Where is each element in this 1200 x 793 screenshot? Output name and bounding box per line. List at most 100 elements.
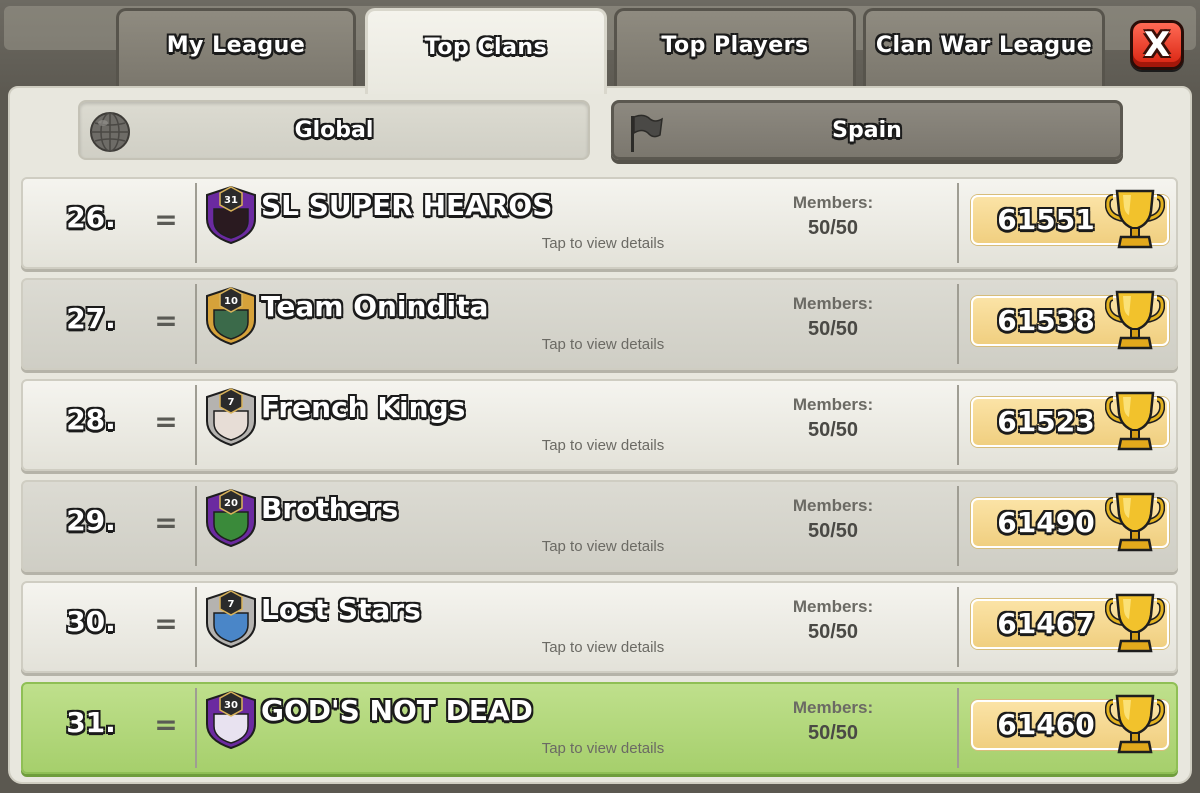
clan-name: Brothers bbox=[261, 492, 399, 525]
tap-hint: Tap to view details bbox=[541, 740, 665, 757]
trophy-box: 61551 bbox=[971, 189, 1169, 249]
row-divider bbox=[195, 183, 197, 263]
trophy-count: 61467 bbox=[997, 607, 1095, 640]
trophy-icon bbox=[1105, 593, 1165, 653]
global-filter-label: Global bbox=[294, 117, 374, 143]
close-button[interactable]: X bbox=[1130, 20, 1184, 70]
tap-hint: Tap to view details bbox=[541, 235, 665, 252]
row-divider bbox=[195, 688, 197, 768]
tap-hint: Tap to view details bbox=[541, 336, 665, 353]
clan-rank: 27. bbox=[66, 302, 116, 335]
rank-change-indicator: = bbox=[154, 203, 178, 236]
row-divider bbox=[957, 284, 959, 364]
trophy-icon bbox=[1105, 391, 1165, 451]
clan-name: Lost Stars bbox=[261, 593, 421, 626]
tab-top-clans[interactable]: Top Clans bbox=[365, 8, 607, 94]
clan-row[interactable]: 28. = 7 French Kings Tap to view details… bbox=[21, 379, 1178, 471]
tab-my-league[interactable]: My League bbox=[116, 8, 356, 90]
members-count: 50/50 bbox=[807, 318, 859, 340]
clan-rank: 29. bbox=[66, 504, 116, 537]
clan-row[interactable]: 29. = 20 Brothers Tap to view details Me… bbox=[21, 480, 1178, 572]
row-divider bbox=[195, 486, 197, 566]
clan-name: French Kings bbox=[261, 391, 466, 424]
row-divider bbox=[195, 587, 197, 667]
close-icon: X bbox=[1143, 25, 1171, 65]
clan-level-text: 20 bbox=[224, 498, 238, 509]
row-divider bbox=[195, 284, 197, 364]
members-count: 50/50 bbox=[807, 621, 859, 643]
clan-name: Team Onindita bbox=[261, 290, 489, 323]
clan-rank: 31. bbox=[66, 706, 116, 739]
rank-change-indicator: = bbox=[154, 506, 178, 539]
tap-hint: Tap to view details bbox=[541, 639, 665, 656]
spain-filter-button[interactable]: Spain bbox=[611, 100, 1123, 160]
clan-level-text: 30 bbox=[224, 700, 238, 711]
row-divider bbox=[957, 587, 959, 667]
clan-row[interactable]: 27. = 10 Team Onindita Tap to view detai… bbox=[21, 278, 1178, 370]
trophy-box: 61460 bbox=[971, 694, 1169, 754]
row-divider bbox=[195, 385, 197, 465]
row-divider bbox=[957, 183, 959, 263]
trophy-box: 61467 bbox=[971, 593, 1169, 653]
clan-badge-icon: 7 bbox=[206, 387, 256, 447]
trophy-box: 61490 bbox=[971, 492, 1169, 552]
globe-icon bbox=[90, 112, 130, 152]
trophy-count: 61490 bbox=[997, 506, 1095, 539]
trophy-count: 61523 bbox=[997, 405, 1095, 438]
tab-top-players[interactable]: Top Players bbox=[614, 8, 856, 90]
members-label: Members: bbox=[792, 193, 874, 212]
clan-badge-icon: 10 bbox=[206, 286, 256, 346]
members-label: Members: bbox=[792, 698, 874, 717]
spain-filter-label: Spain bbox=[832, 117, 902, 143]
tap-hint: Tap to view details bbox=[541, 538, 665, 555]
trophy-icon bbox=[1105, 290, 1165, 350]
tab-label: Top Players bbox=[661, 33, 809, 58]
rank-change-indicator: = bbox=[154, 304, 178, 337]
trophy-icon bbox=[1105, 189, 1165, 249]
row-divider bbox=[957, 688, 959, 768]
trophy-icon bbox=[1105, 694, 1165, 754]
members-label: Members: bbox=[792, 395, 874, 414]
clan-badge-icon: 31 bbox=[206, 185, 256, 245]
row-divider bbox=[957, 385, 959, 465]
clan-level-text: 31 bbox=[224, 195, 238, 206]
members-count: 50/50 bbox=[807, 520, 859, 542]
clan-name: SL SUPER HEAROS bbox=[261, 189, 553, 222]
row-divider bbox=[957, 486, 959, 566]
trophy-box: 61538 bbox=[971, 290, 1169, 350]
members-label: Members: bbox=[792, 496, 874, 515]
tab-label: My League bbox=[166, 33, 306, 58]
trophy-count: 61538 bbox=[997, 304, 1095, 337]
rank-change-indicator: = bbox=[154, 708, 178, 741]
members-label: Members: bbox=[792, 294, 874, 313]
clan-row[interactable]: 30. = 7 Lost Stars Tap to view details M… bbox=[21, 581, 1178, 673]
tab-clan-war-league[interactable]: Clan War League bbox=[863, 8, 1105, 90]
clan-row[interactable]: 26. = 31 SL SUPER HEAROS Tap to view det… bbox=[21, 177, 1178, 269]
clan-badge-icon: 30 bbox=[206, 690, 256, 750]
clan-rank: 30. bbox=[66, 605, 116, 638]
members-count: 50/50 bbox=[807, 419, 859, 441]
clan-rank: 28. bbox=[66, 403, 116, 436]
clan-rank: 26. bbox=[66, 201, 116, 234]
trophy-count: 61551 bbox=[997, 203, 1095, 236]
clan-level-text: 7 bbox=[228, 599, 235, 610]
clan-row[interactable]: 31. = 30 GOD'S NOT DEAD Tap to view deta… bbox=[21, 682, 1178, 774]
clan-name: GOD'S NOT DEAD bbox=[261, 694, 533, 727]
trophy-box: 61523 bbox=[971, 391, 1169, 451]
rank-change-indicator: = bbox=[154, 607, 178, 640]
tab-label: Clan War League bbox=[875, 33, 1093, 58]
clan-badge-icon: 7 bbox=[206, 589, 256, 649]
members-count: 50/50 bbox=[807, 722, 859, 744]
members-count: 50/50 bbox=[807, 217, 859, 239]
clan-level-text: 7 bbox=[228, 397, 235, 408]
rank-change-indicator: = bbox=[154, 405, 178, 438]
tab-label: Top Clans bbox=[424, 35, 548, 60]
clan-level-text: 10 bbox=[224, 296, 238, 307]
global-filter-button[interactable]: Global bbox=[78, 100, 590, 160]
flag-icon bbox=[631, 114, 663, 152]
members-label: Members: bbox=[792, 597, 874, 616]
tap-hint: Tap to view details bbox=[541, 437, 665, 454]
clan-badge-icon: 20 bbox=[206, 488, 256, 548]
trophy-icon bbox=[1105, 492, 1165, 552]
trophy-count: 61460 bbox=[997, 708, 1095, 741]
